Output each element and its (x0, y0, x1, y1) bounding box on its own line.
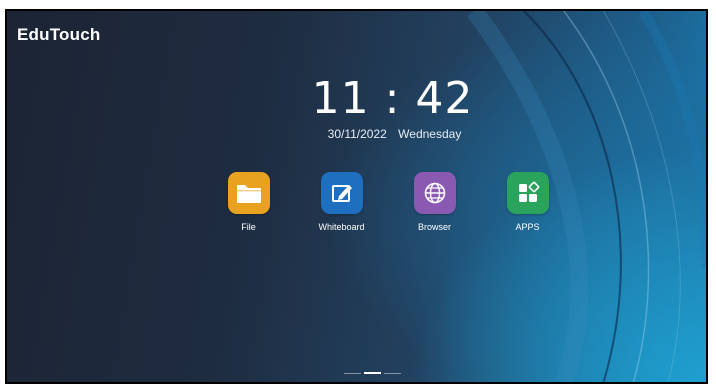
app-whiteboard-label: Whiteboard (318, 222, 365, 232)
app-apps-label: APPS (515, 222, 540, 232)
app-browser[interactable]: Browser (388, 172, 481, 232)
page-dot[interactable] (384, 372, 401, 374)
page-indicator (344, 372, 401, 374)
clock-weekday: Wednesday (398, 127, 462, 141)
app-dock: File Whiteboard Browser APPS (202, 172, 574, 232)
app-file-label: File (241, 222, 256, 232)
app-apps[interactable]: APPS (481, 172, 574, 232)
clock-date: 30/11/2022 (327, 127, 387, 141)
brand-logo: EduTouch (17, 25, 101, 44)
folder-icon[interactable] (227, 172, 270, 214)
app-file[interactable]: File (202, 172, 295, 232)
globe-icon[interactable] (413, 172, 456, 214)
page-dot-active[interactable] (364, 372, 381, 374)
whiteboard-pen-icon[interactable] (320, 172, 363, 214)
clock-date-line: 30/11/2022 Wednesday (45, 127, 706, 141)
clock-time: 11 : 42 (311, 73, 474, 124)
clock-widget: 11 : 42 30/11/2022 Wednesday (7, 73, 706, 142)
app-browser-label: Browser (417, 222, 451, 232)
app-whiteboard[interactable]: Whiteboard (295, 172, 388, 232)
home-screen: EduTouch 11 : 42 30/11/2022 Wednesday Fi… (5, 9, 708, 384)
page-dot[interactable] (344, 372, 361, 374)
apps-grid-icon[interactable] (506, 172, 549, 214)
